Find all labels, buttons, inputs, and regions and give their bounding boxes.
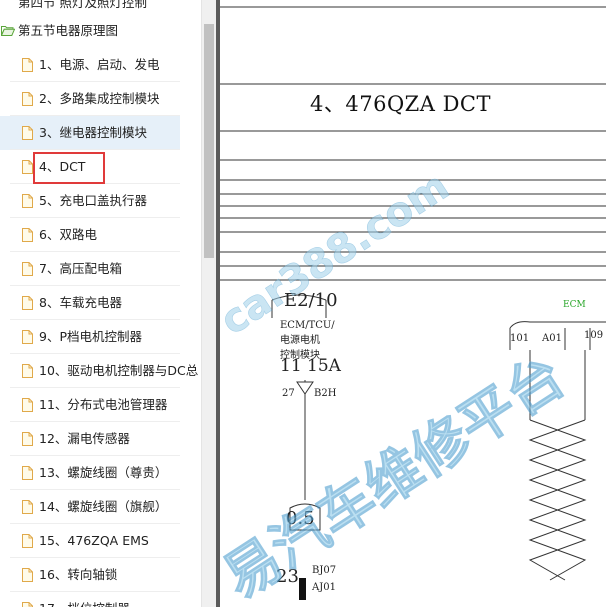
toc-item-label: 9、P档电机控制器 (39, 329, 142, 344)
document-page-icon (22, 364, 33, 378)
document-page-icon (22, 160, 33, 174)
document-page-icon (22, 398, 33, 412)
toc-item[interactable]: 5、充电口盖执行器 (0, 184, 180, 218)
document-page: 4、476QZA DCT E2/10 ECM/TCU/ 电源电机 控制模块 11… (220, 0, 606, 607)
toc-item[interactable]: 1、电源、启动、发电 (0, 48, 180, 82)
module-line-1: ECM/TCU/ (280, 320, 335, 331)
wire-b2h-label: B2H (314, 388, 337, 399)
diagram-title: 4、476QZA DCT (310, 92, 492, 116)
toc-item[interactable]: 12、漏电传感器 (0, 422, 180, 456)
toc-item-label: 5、充电口盖执行器 (39, 193, 147, 208)
module-line-2: 电源电机 (280, 335, 320, 346)
toc-item[interactable]: 16、转向轴锁 (0, 558, 180, 592)
document-page-icon (22, 228, 33, 242)
pin-101-label: 101 (510, 333, 530, 344)
document-page-icon (22, 602, 33, 607)
toc-item-label: 1、电源、启动、发电 (39, 57, 160, 72)
document-page-icon (22, 432, 33, 446)
manual-viewer-window: 第四节 照灯及照灯控制 第五节电器原理图 1、电源、启动、发电 2、多路集成控制模… (0, 0, 606, 607)
toc-item-label: 15、476ZQA EMS (39, 533, 149, 548)
toc-item-label: 2、多路集成控制模块 (39, 91, 160, 106)
pin-a01-label: A01 (542, 333, 562, 344)
document-page-icon (22, 466, 33, 480)
toc-section-label: 第五节电器原理图 (18, 23, 119, 38)
toc-item[interactable]: 7、高压配电箱 (0, 252, 180, 286)
toc-item-label: 8、车载充电器 (39, 295, 122, 310)
ecm-tag-label: ECM (563, 300, 586, 310)
toc-item-label: 14、螺旋线圈（旗舰） (39, 499, 168, 514)
toc-item[interactable]: 2、多路集成控制模块 (0, 82, 180, 116)
sidebar-scrollbar[interactable] (201, 0, 216, 607)
toc-item-label: 3、继电器控制模块 (39, 125, 147, 140)
toc-item-label: 12、漏电传感器 (39, 431, 130, 446)
pin-27-label: 27 (282, 388, 295, 399)
document-page-icon (22, 534, 33, 548)
document-viewer[interactable]: 4、476QZA DCT E2/10 ECM/TCU/ 电源电机 控制模块 11… (216, 0, 606, 607)
toc-sidebar: 第四节 照灯及照灯控制 第五节电器原理图 1、电源、启动、发电 2、多路集成控制模… (0, 0, 201, 607)
toc-item[interactable]: 11、分布式电池管理器 (0, 388, 180, 422)
toc-item[interactable]: 9、P档电机控制器 (0, 320, 180, 354)
toc-item[interactable]: 15、476ZQA EMS (0, 524, 180, 558)
toc-section-circuit-diagrams[interactable]: 第五节电器原理图 (0, 14, 190, 48)
toc-item-label: 17、档位控制器 (39, 592, 130, 607)
document-page-icon (22, 262, 33, 276)
document-page-icon (22, 568, 33, 582)
pin-group-label: 11 15A (280, 356, 341, 376)
toc-item-label: 13、螺旋线圈（尊贵） (39, 465, 168, 480)
connector-id-label: E2/10 (284, 290, 338, 311)
document-page-icon (22, 58, 33, 72)
toc-item[interactable]: 6、双路电 (0, 218, 180, 252)
red-highlight-box (33, 152, 105, 184)
bj07-label: BJ07 (312, 565, 337, 576)
toc-item[interactable]: 17、档位控制器 (0, 592, 180, 607)
aj01-label: AJ01 (312, 582, 336, 593)
document-page-icon (22, 126, 33, 140)
toc-item-label: 16、转向轴锁 (39, 567, 118, 582)
document-page-icon (22, 296, 33, 310)
toc-item-label: 10、驱动电机控制器与DC总 (39, 363, 199, 378)
scrollbar-thumb[interactable] (204, 24, 214, 258)
document-page-icon (22, 92, 33, 106)
toc-item[interactable]: 14、螺旋线圈（旗舰） (0, 490, 180, 524)
toc-item-label: 6、双路电 (39, 227, 97, 242)
folder-open-icon (1, 26, 15, 36)
ref-23-label: 23 (276, 566, 299, 587)
toc-item[interactable]: 3、继电器控制模块 (0, 116, 180, 150)
document-page-icon (22, 194, 33, 208)
document-page-icon (22, 330, 33, 344)
toc-item[interactable]: 13、螺旋线圈（尊贵） (0, 456, 180, 490)
toc-item[interactable]: 8、车载充电器 (0, 286, 180, 320)
toc-item-label: 7、高压配电箱 (39, 261, 122, 276)
toc-item[interactable]: 10、驱动电机控制器与DC总 (0, 354, 198, 388)
toc-item-label: 11、分布式电池管理器 (39, 397, 168, 412)
document-page-icon (22, 500, 33, 514)
pin-109-label: 109 (584, 330, 604, 341)
wire-gauge-label: 0.5 (286, 508, 315, 529)
